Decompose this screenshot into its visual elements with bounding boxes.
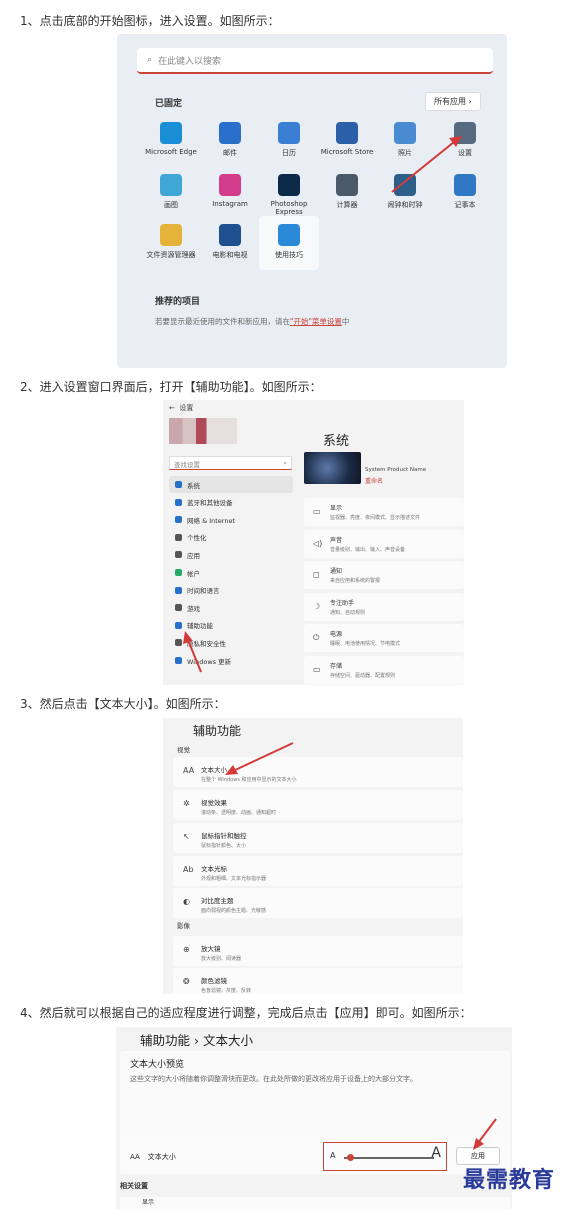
step-1-text: 1、点击底部的开始图标，进入设置。如图所示： — [20, 14, 280, 28]
red-arrow-to-apply — [473, 1118, 497, 1150]
watermark: 最需教育 — [463, 1167, 556, 1193]
step-4-text: 4、然后就可以根据自己的适应程度进行调整，完成后点击【应用】即可。如图所示： — [20, 1006, 472, 1020]
step-3-text: 3、然后点击【文本大小】。如图所示： — [20, 697, 226, 711]
red-arrow-to-settings — [391, 136, 462, 193]
red-arrow-to-text-size — [225, 742, 294, 775]
step-2-text: 2、进入设置窗口界面后，打开【辅助功能】。如图所示： — [20, 380, 322, 394]
red-arrow-to-accessibility — [183, 631, 202, 673]
